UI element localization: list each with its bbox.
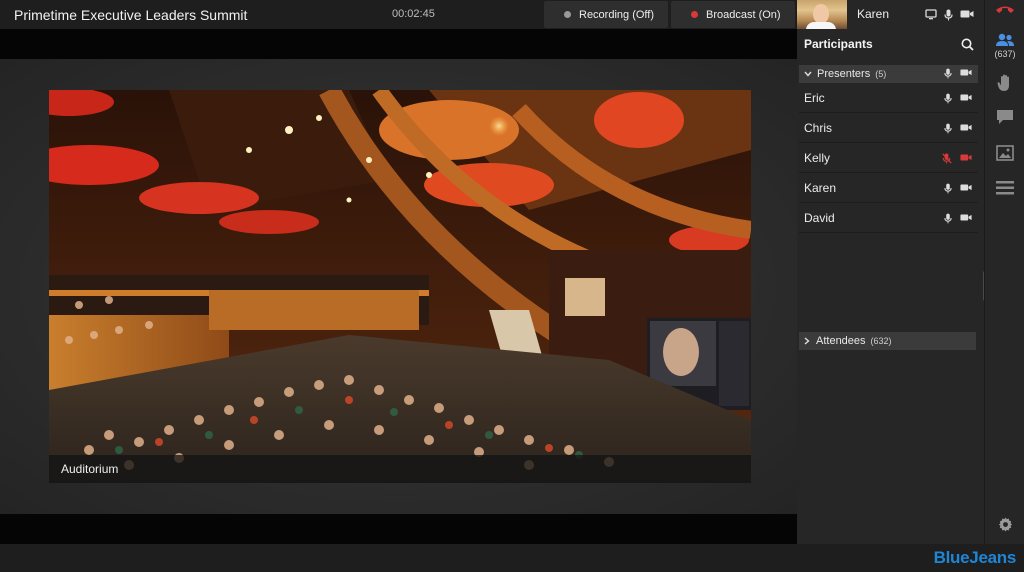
self-avatar xyxy=(797,0,847,29)
participant-row[interactable]: Eric xyxy=(799,83,978,113)
menu-button[interactable] xyxy=(985,181,1024,195)
attendees-label: Attendees xyxy=(816,335,866,347)
settings-button[interactable] xyxy=(985,517,1024,532)
participants-rail-button[interactable]: (637) xyxy=(985,33,1024,59)
recording-label: Recording (Off) xyxy=(579,8,654,21)
stage-letterbox-top xyxy=(0,29,797,59)
participants-rail-count: (637) xyxy=(994,49,1016,59)
raise-hand-icon xyxy=(997,74,1013,92)
self-name: Karen xyxy=(857,7,890,21)
camera-icon[interactable] xyxy=(960,9,974,21)
all-camera-icon[interactable] xyxy=(960,68,972,79)
chat-bubble-icon xyxy=(996,109,1014,125)
camera-icon[interactable] xyxy=(960,93,972,104)
participant-row[interactable]: Kelly xyxy=(799,143,978,173)
participant-name: Kelly xyxy=(804,150,831,165)
participants-icon xyxy=(995,33,1015,47)
participant-name: Karen xyxy=(804,180,837,195)
microphone-icon[interactable] xyxy=(944,123,952,134)
video-caption-bar: Auditorium xyxy=(49,455,751,483)
camera-off-icon[interactable] xyxy=(960,153,972,164)
raise-hand-button[interactable] xyxy=(985,74,1024,92)
presenters-count: (5) xyxy=(875,69,887,79)
stage-letterbox-bottom xyxy=(0,514,797,544)
broadcast-label: Broadcast (On) xyxy=(706,8,781,21)
participants-panel: Participants Presenters (5) Eric Chris K… xyxy=(797,29,984,544)
image-gallery-icon xyxy=(996,145,1014,161)
participant-name: Chris xyxy=(804,120,833,135)
broadcast-button[interactable]: Broadcast (On) xyxy=(671,1,795,28)
attendees-count: (632) xyxy=(870,336,892,346)
participants-title: Participants xyxy=(804,37,873,51)
top-bar: Primetime Executive Leaders Summit 00:02… xyxy=(0,0,984,29)
attendees-group-header[interactable]: Attendees (632) xyxy=(799,332,976,350)
broadcast-status-dot xyxy=(691,11,698,18)
bottom-bar: BlueJeans xyxy=(0,544,1024,572)
participant-row[interactable]: Karen xyxy=(799,173,978,203)
content-share-button[interactable] xyxy=(985,145,1024,161)
recording-button[interactable]: Recording (Off) xyxy=(544,1,668,28)
presenters-group-header[interactable]: Presenters (5) xyxy=(799,65,978,83)
hamburger-menu-icon xyxy=(996,181,1014,195)
hang-up-phone-icon xyxy=(995,4,1015,16)
camera-icon[interactable] xyxy=(960,183,972,194)
share-screen-icon[interactable] xyxy=(925,9,937,21)
meeting-title: Primetime Executive Leaders Summit xyxy=(14,7,248,23)
presenter-list: Eric Chris Kelly Karen David xyxy=(797,83,984,233)
self-view: Karen xyxy=(797,0,984,29)
chat-button[interactable] xyxy=(985,109,1024,125)
hang-up-button[interactable] xyxy=(985,4,1024,16)
video-caption: Auditorium xyxy=(61,462,119,476)
microphone-muted-icon[interactable] xyxy=(942,153,952,164)
participant-row[interactable]: Chris xyxy=(799,113,978,143)
chevron-down-icon xyxy=(804,71,812,77)
meeting-timer: 00:02:45 xyxy=(392,8,435,20)
search-icon[interactable] xyxy=(961,38,974,51)
gear-icon xyxy=(998,517,1013,532)
microphone-icon[interactable] xyxy=(944,9,953,21)
chevron-right-icon xyxy=(804,337,810,345)
brand-logo: BlueJeans xyxy=(933,548,1017,567)
participants-header: Participants xyxy=(797,29,984,59)
microphone-icon[interactable] xyxy=(944,213,952,224)
microphone-icon[interactable] xyxy=(944,183,952,194)
microphone-icon[interactable] xyxy=(944,93,952,104)
participant-name: David xyxy=(804,210,835,225)
auditorium-video-feed: Auditorium xyxy=(49,90,751,483)
mute-all-microphone-icon[interactable] xyxy=(944,68,952,79)
presenters-label: Presenters xyxy=(817,68,871,80)
auditorium-image xyxy=(49,90,751,483)
right-rail: (637) xyxy=(984,0,1024,544)
recording-status-dot xyxy=(564,11,571,18)
camera-icon[interactable] xyxy=(960,213,972,224)
camera-icon[interactable] xyxy=(960,123,972,134)
participant-name: Eric xyxy=(804,90,825,105)
participant-row[interactable]: David xyxy=(799,203,978,233)
